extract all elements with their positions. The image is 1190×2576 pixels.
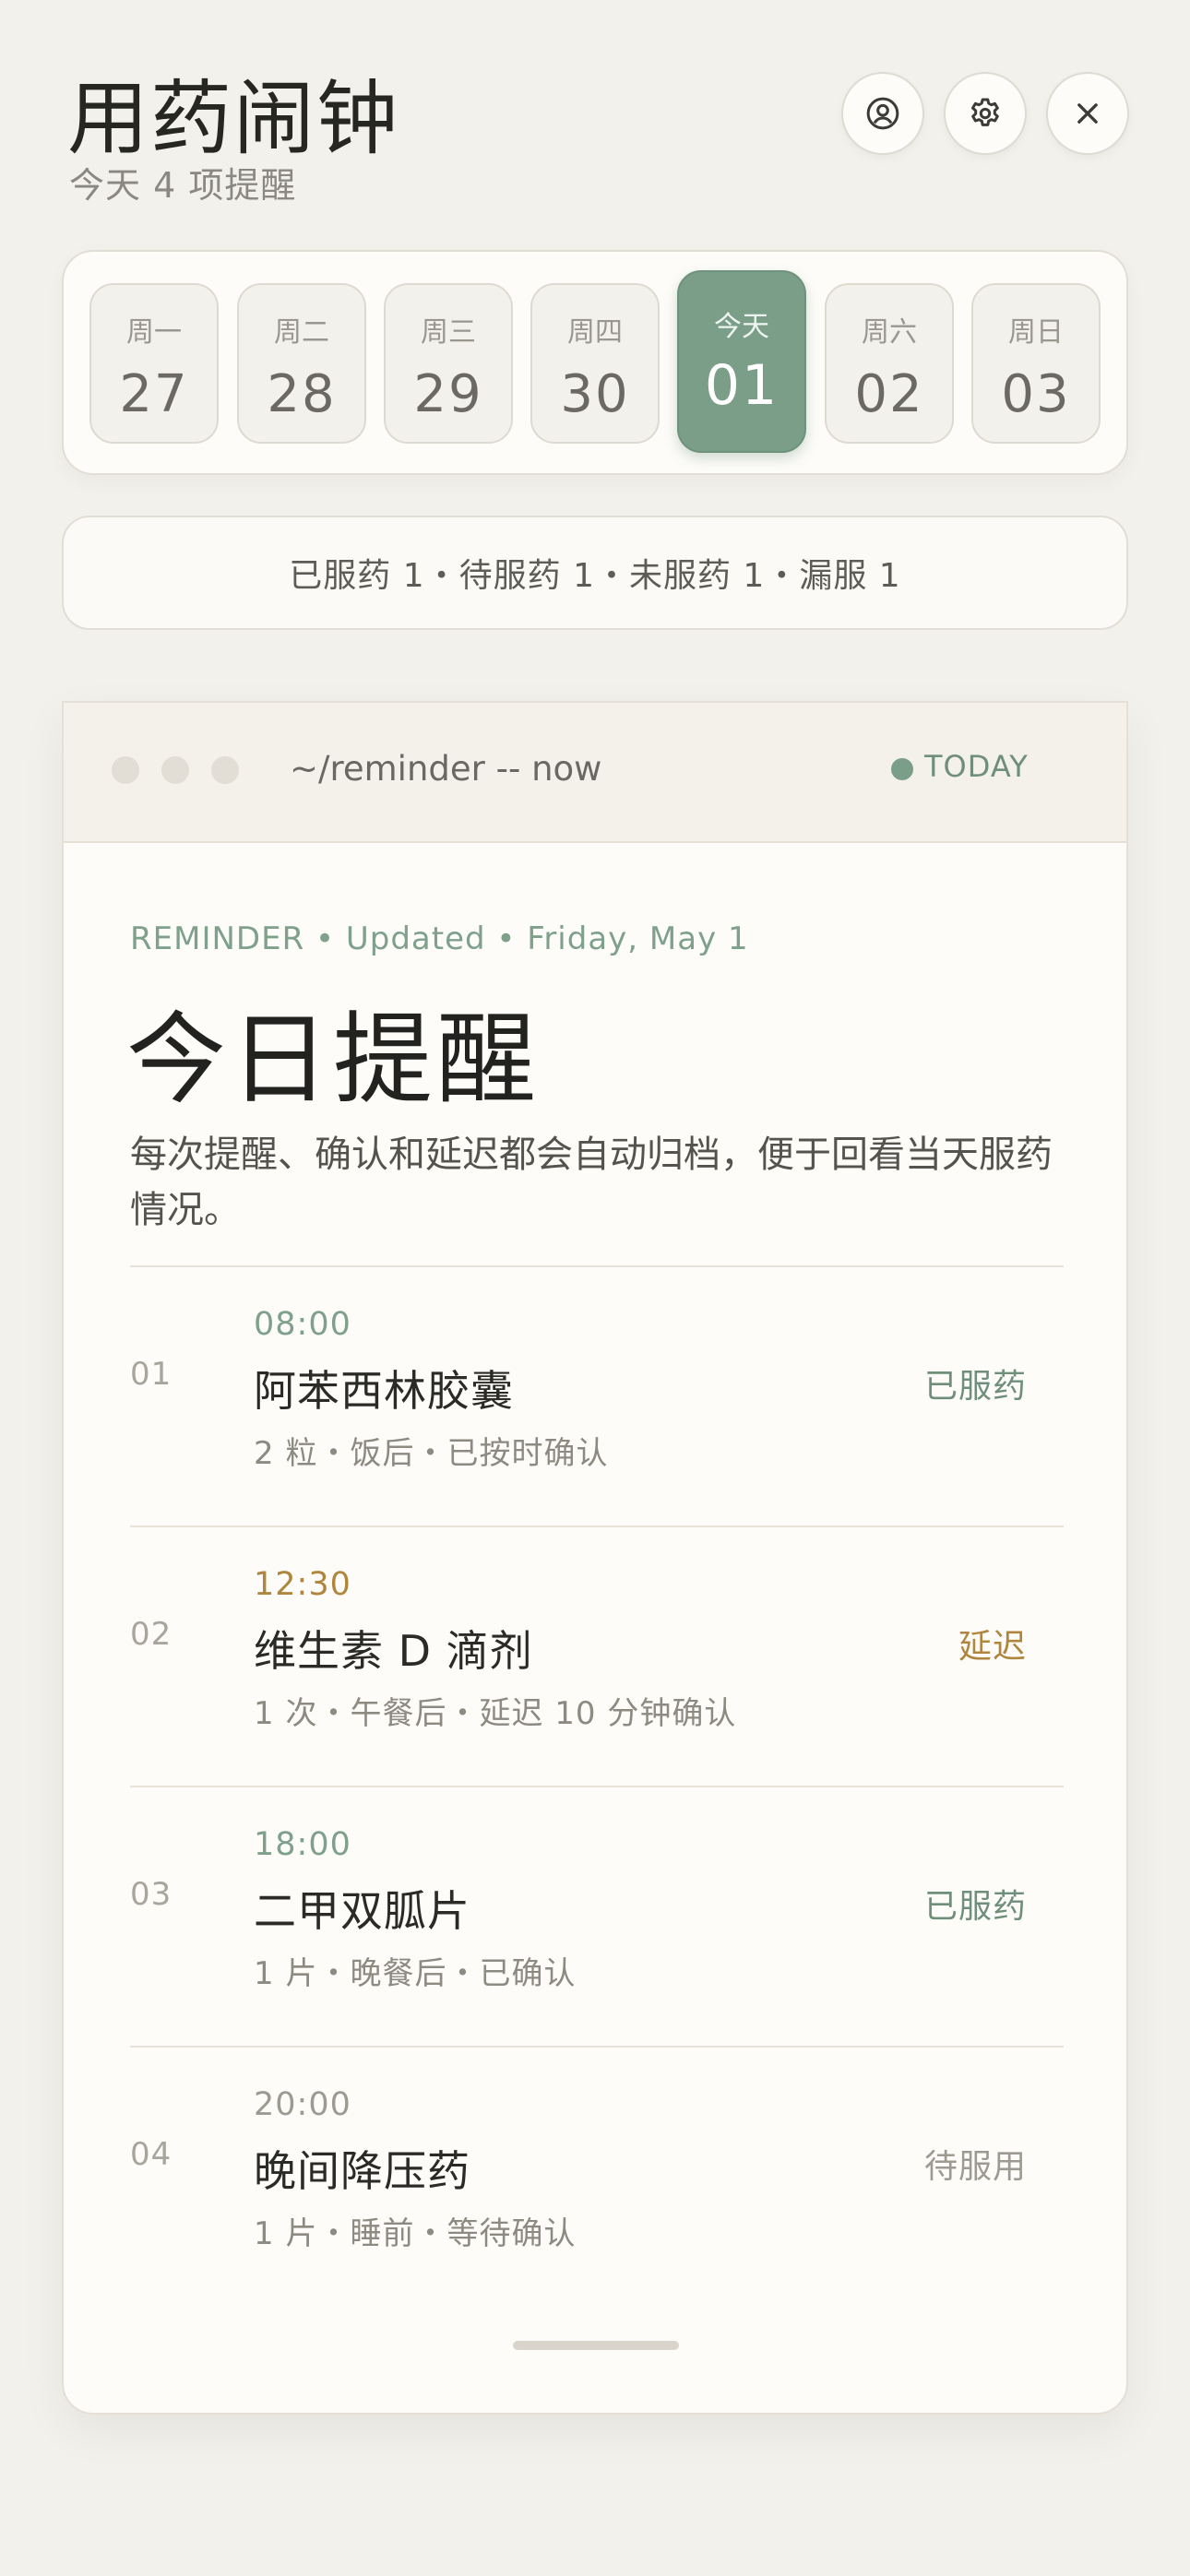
day-date: 29 [413,364,483,424]
reminder-row[interactable]: 03 18:00 二甲双胍片 1 片・晚餐后・已确认 已服药 [130,1787,1064,2046]
day-of-week: 周一 [126,316,182,349]
status-badge[interactable]: 延迟 [958,1620,1027,1668]
window-dot [161,756,189,784]
reminder-row[interactable]: 01 08:00 阿苯西林胶囊 2 粒・饭后・已按时确认 已服药 [130,1267,1064,1525]
day-of-week: 周四 [567,316,623,349]
day-date: 30 [560,364,630,424]
status-summary: 已服药 1・待服药 1・未服药 1・漏服 1 [62,516,1128,630]
app-screen: 用药闹钟 今天 4 项提醒 周一 27 周二 28 周三 29 周四 30 今天… [0,0,1190,2576]
day-of-week: 周三 [421,316,476,349]
dose-detail: 1 片・睡前・等待确认 [254,2215,577,2252]
day-today[interactable]: 今天 01 [677,270,806,453]
day-mon[interactable]: 周一 27 [89,283,219,444]
day-sun[interactable]: 周日 03 [971,283,1101,444]
day-of-week: 周日 [1008,316,1064,349]
page-title: 用药闹钟 [67,71,400,166]
card-title: 今日提醒 [126,1003,541,1118]
close-button[interactable] [1046,72,1129,155]
gear-icon [971,98,999,126]
reminder-card: ~/reminder -- now TODAY REMINDER • Updat… [62,701,1128,2415]
scroll-handle[interactable] [513,2341,679,2350]
page-subtitle: 今天 4 项提醒 [69,165,297,206]
row-time: 08:00 [254,1306,351,1343]
user-circle-icon [866,97,899,130]
card-description: 每次提醒、确认和延迟都会自动归档，便于回看当天服药情况。 [130,1134,1053,1231]
day-date: 01 [704,353,779,418]
row-time: 20:00 [254,2086,351,2123]
window-dot [211,756,239,784]
window-path: ~/reminder -- now [290,749,602,789]
day-date: 03 [1001,364,1071,424]
row-index: 04 [130,2136,173,2173]
day-sat[interactable]: 周六 02 [825,283,954,444]
window-titlebar: ~/reminder -- now TODAY [64,703,1126,843]
row-time: 18:00 [254,1826,351,1863]
reminder-row[interactable]: 04 20:00 晚间降压药 1 片・睡前・等待确认 待服用 [130,2048,1064,2306]
day-of-week: 周六 [862,316,917,349]
dose-detail: 1 次・午餐后・延迟 10 分钟确认 [254,1695,737,1732]
day-of-week: 周二 [274,316,329,349]
window-dot [112,756,139,784]
status-badge[interactable]: 待服用 [924,2140,1027,2188]
row-index: 01 [130,1356,173,1393]
day-of-week: 今天 [714,311,769,343]
day-date: 02 [854,364,924,424]
row-time: 12:30 [254,1566,351,1603]
day-tue[interactable]: 周二 28 [237,283,366,444]
row-index: 02 [130,1616,173,1653]
profile-button[interactable] [841,72,924,155]
day-date: 28 [267,364,337,424]
dose-detail: 2 粒・饭后・已按时确认 [254,1435,609,1472]
dose-detail: 1 片・晚餐后・已确认 [254,1955,577,1992]
row-index: 03 [130,1876,173,1913]
settings-button[interactable] [944,72,1027,155]
week-strip: 周一 27 周二 28 周三 29 周四 30 今天 01 周六 02 周日 0… [62,250,1128,475]
card-meta: REMINDER • Updated • Friday, May 1 [130,920,749,957]
status-badge[interactable]: 已服药 [924,1880,1027,1928]
medicine-name: 晚间降压药 [254,2146,470,2196]
live-indicator-icon [891,758,913,780]
medicine-name: 二甲双胍片 [254,1886,470,1936]
medicine-name: 阿苯西林胶囊 [254,1366,514,1416]
live-label: TODAY [924,749,1029,784]
day-wed[interactable]: 周三 29 [384,283,513,444]
medicine-name: 维生素 D 滴剂 [254,1626,533,1676]
reminder-row[interactable]: 02 12:30 维生素 D 滴剂 1 次・午餐后・延迟 10 分钟确认 延迟 [130,1527,1064,1786]
day-thu[interactable]: 周四 30 [530,283,660,444]
day-date: 27 [119,364,189,424]
close-icon [1077,103,1098,124]
status-badge[interactable]: 已服药 [924,1359,1027,1407]
